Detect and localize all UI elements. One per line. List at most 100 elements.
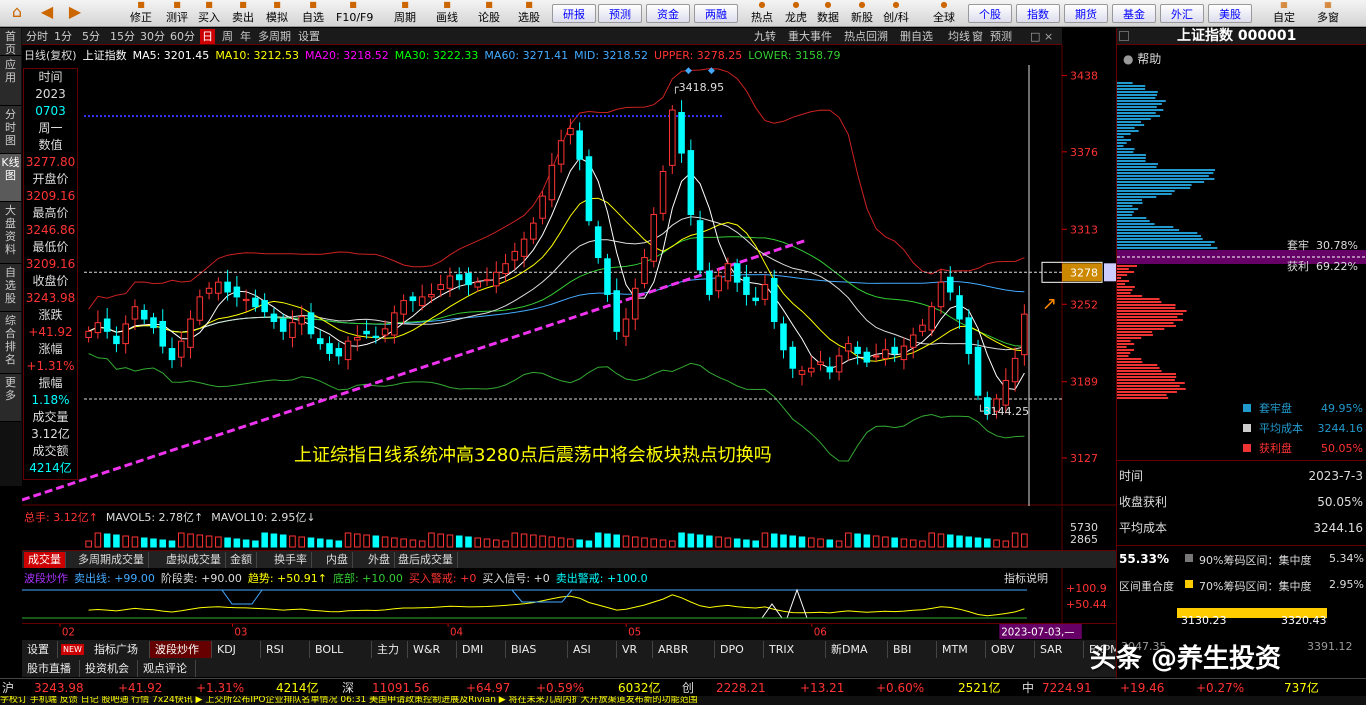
indicator-tab[interactable]: NEW 指标广场 — [58, 641, 150, 658]
volume-subtab[interactable]: 外盘 — [364, 552, 395, 568]
volume-subtab[interactable]: 换手率 — [270, 552, 312, 568]
indicator-tab[interactable]: ARBR — [653, 641, 715, 658]
toolbar-button-3[interactable]: ▦ 多窗 — [1308, 0, 1348, 27]
indicator-tab[interactable]: ASI — [568, 641, 617, 658]
volume-bar — [909, 539, 917, 548]
news-scroll-bar[interactable]: 学校订 手机端 反馈 日记 股吧通 行情 7x24快讯 ▶ 上交所公布IPO企业… — [0, 696, 1366, 705]
toolbar-button-f10[interactable]: ■ F10/F9 — [336, 0, 373, 27]
close-icon[interactable]: × — [1042, 29, 1055, 44]
period-tool-button[interactable]: 热点回溯 — [842, 29, 890, 44]
volume-subtab[interactable]: 成交量 — [24, 552, 66, 568]
info-field: 3243.98 — [25, 291, 76, 305]
toolbar-button-modify[interactable]: ■ 修正 — [124, 0, 158, 27]
indicator-tab[interactable]: TRIX — [764, 641, 826, 658]
period-button[interactable]: 多周期 — [256, 29, 293, 44]
toolbar-blue-button-2[interactable]: 美股 — [1208, 4, 1252, 23]
kline-chart[interactable]: 日线(复权) 上证指数 MA5: 3201.45 MA10: 3212.53 MA20:… — [22, 45, 1116, 506]
period-button[interactable]: 日 — [200, 29, 215, 44]
period-button[interactable]: 年 — [238, 29, 253, 44]
toolbar-blue-button-2[interactable]: 个股 — [968, 4, 1012, 23]
toolbar-button-2[interactable]: ● 全球 — [928, 0, 960, 27]
toolbar-button-buy[interactable]: ■ 买入 — [192, 0, 226, 27]
left-tab[interactable]: K线图 — [0, 154, 21, 202]
toolbar-button-pick[interactable]: ■ 选股 — [512, 0, 546, 27]
indicator-tab[interactable]: MTM — [937, 641, 986, 658]
period-button[interactable]: 30分 — [138, 29, 167, 44]
volume-subtab[interactable]: 虚拟成交量 — [162, 552, 226, 568]
period-button[interactable]: 分时 — [24, 29, 50, 44]
toolbar-blue-button-2[interactable]: 基金 — [1112, 4, 1156, 23]
period-button[interactable]: 5分 — [80, 29, 102, 44]
indicator-tab[interactable]: DMI — [457, 641, 506, 658]
indicator-chart[interactable]: 波段炒作 卖出线: +99.00 阶段卖: +90.00 趋势: +50.91↑ 底部:… — [22, 568, 1116, 623]
volume-chart[interactable]: 总手: 3.12亿↑ MAVOL5: 2.78亿↑ MAVOL10: 2.95亿↓5… — [22, 507, 1116, 550]
indicator-tab[interactable]: 主力 — [372, 641, 408, 658]
toolbar-blue-button[interactable]: 资金 — [646, 4, 690, 23]
toolbar-button-2[interactable]: ● 数据 — [812, 0, 844, 27]
indicator-tab[interactable]: W&R — [408, 641, 457, 658]
toolbar-button-2[interactable]: ● 龙虎 — [780, 0, 812, 27]
period-tool-button[interactable]: 均线 — [946, 29, 972, 44]
toolbar-button-fav[interactable]: ■ 自选 — [296, 0, 330, 27]
period-tool-button[interactable]: 九转 — [752, 29, 778, 44]
toolbar-blue-button-2[interactable]: 指数 — [1016, 4, 1060, 23]
toolbar-button-2[interactable]: ● 创/科 — [880, 0, 912, 27]
indicator-tab[interactable]: KDJ — [212, 641, 261, 658]
toolbar-blue-button[interactable]: 研报 — [552, 4, 596, 23]
period-button[interactable]: 设置 — [296, 29, 322, 44]
left-tab[interactable]: 更多 — [0, 374, 21, 422]
left-tab[interactable]: 大盘资料 — [0, 202, 21, 264]
period-button[interactable]: 周 — [220, 29, 235, 44]
volume-bar — [752, 540, 759, 548]
volume-bar — [122, 535, 129, 548]
toolbar-button-forward[interactable]: ▶ — [62, 0, 88, 27]
period-tool-button[interactable]: 预测 — [988, 29, 1014, 44]
indicator-tab[interactable]: SAR — [1035, 641, 1084, 658]
community-tab[interactable]: 投资机会 — [80, 660, 138, 677]
ticker-item: +0.59% — [536, 681, 585, 695]
indicator-tab[interactable]: OBV — [986, 641, 1035, 658]
toolbar-blue-button[interactable]: 预测 — [598, 4, 642, 23]
toolbar-button-2[interactable]: ● 热点 — [746, 0, 778, 27]
indicator-tab[interactable]: 新DMA — [826, 641, 888, 658]
indicator-tab[interactable]: RSI — [261, 641, 310, 658]
left-tab[interactable]: 自选股 — [0, 264, 21, 312]
restore-icon[interactable]: □ — [1028, 29, 1042, 44]
toolbar-blue-button[interactable]: 两融 — [694, 4, 738, 23]
toolbar-blue-button-2[interactable]: 外汇 — [1160, 4, 1204, 23]
toolbar-blue-button-2[interactable]: 期货 — [1064, 4, 1108, 23]
indicator-tab[interactable]: DPO — [715, 641, 764, 658]
left-tab[interactable]: 综合排名 — [0, 312, 21, 374]
left-tab[interactable]: 应用 — [0, 56, 21, 106]
indicator-tab[interactable]: 设置 — [22, 641, 58, 658]
period-button[interactable]: 60分 — [168, 29, 197, 44]
toolbar-button-home[interactable]: ⌂ — [4, 0, 30, 27]
indicator-tab[interactable]: BBI — [888, 641, 937, 658]
toolbar-button-sell[interactable]: ■ 卖出 — [226, 0, 260, 27]
volume-subtab[interactable]: 内盘 — [322, 552, 353, 568]
volume-subtab[interactable]: 盘后成交量 — [394, 552, 458, 568]
toolbar-button-test[interactable]: ■ 测评 — [160, 0, 194, 27]
toolbar-button-period[interactable]: ■ 周期 — [388, 0, 422, 27]
community-tab[interactable]: 观点评论 — [138, 660, 196, 677]
period-button[interactable]: 1分 — [52, 29, 74, 44]
toolbar-button-3[interactable]: ▦ 自定 — [1264, 0, 1304, 27]
left-tab[interactable]: 首页 — [0, 28, 21, 56]
toolbar-button-2[interactable]: ● 新股 — [846, 0, 878, 27]
indicator-tab[interactable]: 波段炒作 — [150, 641, 212, 658]
indicator-tab[interactable]: VR — [617, 641, 653, 658]
volume-subtab[interactable]: 多周期成交量 — [74, 552, 149, 568]
period-tool-button[interactable]: 删自选 — [898, 29, 935, 44]
volume-subtab[interactable]: 金额 — [226, 552, 257, 568]
period-tool-button[interactable]: 重大事件 — [786, 29, 834, 44]
left-tab[interactable]: 分时图 — [0, 106, 21, 154]
indicator-tab[interactable]: BOLL — [310, 641, 372, 658]
period-button[interactable]: 15分 — [108, 29, 137, 44]
period-tool-button[interactable]: 窗 — [970, 29, 985, 44]
toolbar-button-back[interactable]: ◀ — [34, 0, 60, 27]
toolbar-button-draw[interactable]: ■ 画线 — [430, 0, 464, 27]
toolbar-button-sim[interactable]: ■ 模拟 — [260, 0, 294, 27]
community-tab[interactable]: 股市直播 — [22, 660, 80, 677]
indicator-tab[interactable]: BIAS — [506, 641, 568, 658]
toolbar-button-forum[interactable]: ■ 论股 — [472, 0, 506, 27]
